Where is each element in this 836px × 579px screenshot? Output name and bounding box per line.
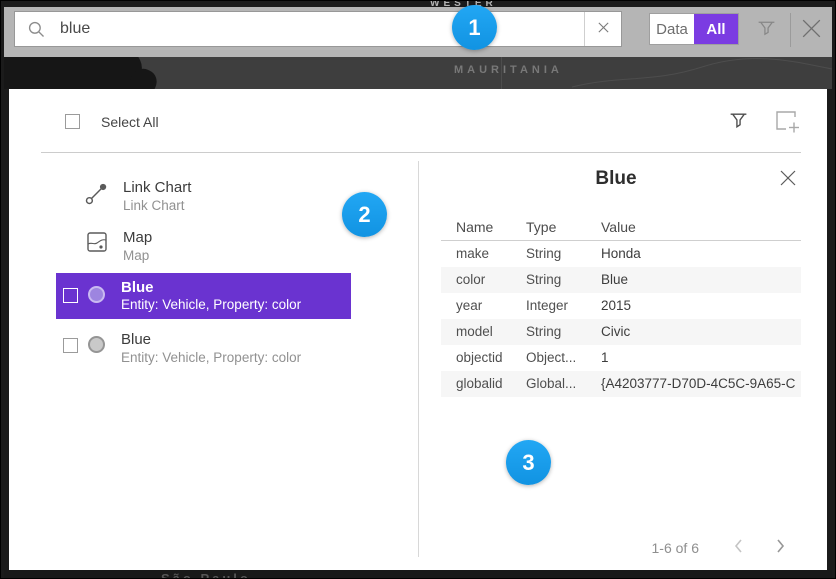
results-panel: Select All Link Chart Link Chart Map Map… bbox=[9, 89, 827, 570]
map-label-mauritania: MAURITANIA bbox=[454, 64, 563, 76]
select-all-checkbox[interactable] bbox=[65, 114, 80, 129]
callout-3: 3 bbox=[506, 440, 551, 485]
cell-value: Honda bbox=[601, 241, 796, 267]
table-row[interactable]: color String Blue bbox=[441, 267, 801, 293]
search-clear-button[interactable] bbox=[584, 12, 621, 46]
filter-icon[interactable] bbox=[756, 18, 777, 44]
close-search-icon[interactable] bbox=[798, 15, 825, 47]
table-row[interactable]: make String Honda bbox=[441, 241, 801, 267]
list-item-title[interactable]: Link Chart bbox=[123, 179, 191, 197]
cell-name: model bbox=[456, 319, 522, 345]
list-item-title: Blue bbox=[121, 279, 154, 297]
search-icon bbox=[27, 20, 46, 39]
item-checkbox[interactable] bbox=[63, 338, 78, 353]
cell-name: year bbox=[456, 293, 522, 319]
search-input[interactable] bbox=[60, 20, 584, 38]
toggle-option-all[interactable]: All bbox=[694, 14, 738, 44]
table-row[interactable]: globalid Global... {A4203777-D70D-4C5C-9… bbox=[441, 371, 801, 397]
cell-type: Integer bbox=[526, 293, 596, 319]
column-header-type: Type bbox=[526, 219, 556, 235]
column-header-name: Name bbox=[456, 219, 493, 235]
detail-title: Blue bbox=[451, 168, 781, 190]
callout-1: 1 bbox=[452, 5, 497, 50]
entity-circle-icon bbox=[88, 336, 105, 353]
chevron-left-icon[interactable] bbox=[731, 538, 747, 559]
data-all-toggle: Data All bbox=[649, 13, 739, 45]
map-landmass bbox=[4, 57, 143, 89]
table-row[interactable]: year Integer 2015 bbox=[441, 293, 801, 319]
cell-type: String bbox=[526, 319, 596, 345]
divider bbox=[418, 161, 419, 557]
detail-close-icon[interactable] bbox=[779, 169, 797, 192]
divider bbox=[790, 13, 791, 47]
map-background-bottom: São Paulo bbox=[4, 570, 832, 578]
column-header-value: Value bbox=[601, 219, 636, 235]
map-border-line bbox=[532, 57, 832, 89]
toggle-option-data[interactable]: Data bbox=[650, 14, 694, 44]
map-label-city: São Paulo bbox=[161, 571, 251, 578]
cell-type: String bbox=[526, 267, 596, 293]
list-item-subtitle: Link Chart bbox=[123, 197, 185, 214]
cell-type: String bbox=[526, 241, 596, 267]
filter-results-icon[interactable] bbox=[728, 110, 749, 136]
cell-value: {A4203777-D70D-4C5C-9A65-C... bbox=[601, 371, 796, 397]
cell-value: 2015 bbox=[601, 293, 796, 319]
cell-name: globalid bbox=[456, 371, 522, 397]
link-chart-icon bbox=[84, 181, 109, 211]
cell-value: Civic bbox=[601, 319, 796, 345]
clear-x-icon bbox=[597, 21, 610, 37]
cell-type: Object... bbox=[526, 345, 596, 371]
table-row[interactable]: model String Civic bbox=[441, 319, 801, 345]
list-item-subtitle: Entity: Vehicle, Property: color bbox=[121, 297, 301, 313]
cell-type: Global... bbox=[526, 371, 596, 397]
callout-2: 2 bbox=[342, 192, 387, 237]
list-item-blue-selected[interactable]: Blue Entity: Vehicle, Property: color bbox=[56, 273, 351, 319]
entity-circle-icon bbox=[88, 286, 105, 303]
list-item-subtitle: Entity: Vehicle, Property: color bbox=[121, 349, 301, 366]
pagination-range: 1-6 of 6 bbox=[569, 540, 699, 556]
list-item-title[interactable]: Blue bbox=[121, 331, 151, 349]
cell-value: Blue bbox=[601, 267, 796, 293]
cell-name: make bbox=[456, 241, 522, 267]
divider bbox=[41, 152, 801, 153]
list-item-subtitle: Map bbox=[123, 247, 149, 264]
search-box bbox=[14, 11, 622, 47]
app-window: WESTER Data All bbox=[0, 0, 836, 579]
select-all-label: Select All bbox=[101, 114, 159, 130]
search-header: Data All bbox=[4, 7, 832, 57]
map-background-top: MAURITANIA bbox=[4, 57, 832, 89]
table-row[interactable]: objectid Object... 1 bbox=[441, 345, 801, 371]
cell-name: objectid bbox=[456, 345, 522, 371]
cell-name: color bbox=[456, 267, 522, 293]
cell-value: 1 bbox=[601, 345, 796, 371]
chevron-right-icon[interactable] bbox=[772, 538, 788, 559]
add-to-new-icon[interactable] bbox=[773, 108, 800, 138]
list-item-title[interactable]: Map bbox=[123, 229, 152, 247]
item-checkbox[interactable] bbox=[63, 288, 78, 303]
map-icon bbox=[86, 231, 108, 258]
